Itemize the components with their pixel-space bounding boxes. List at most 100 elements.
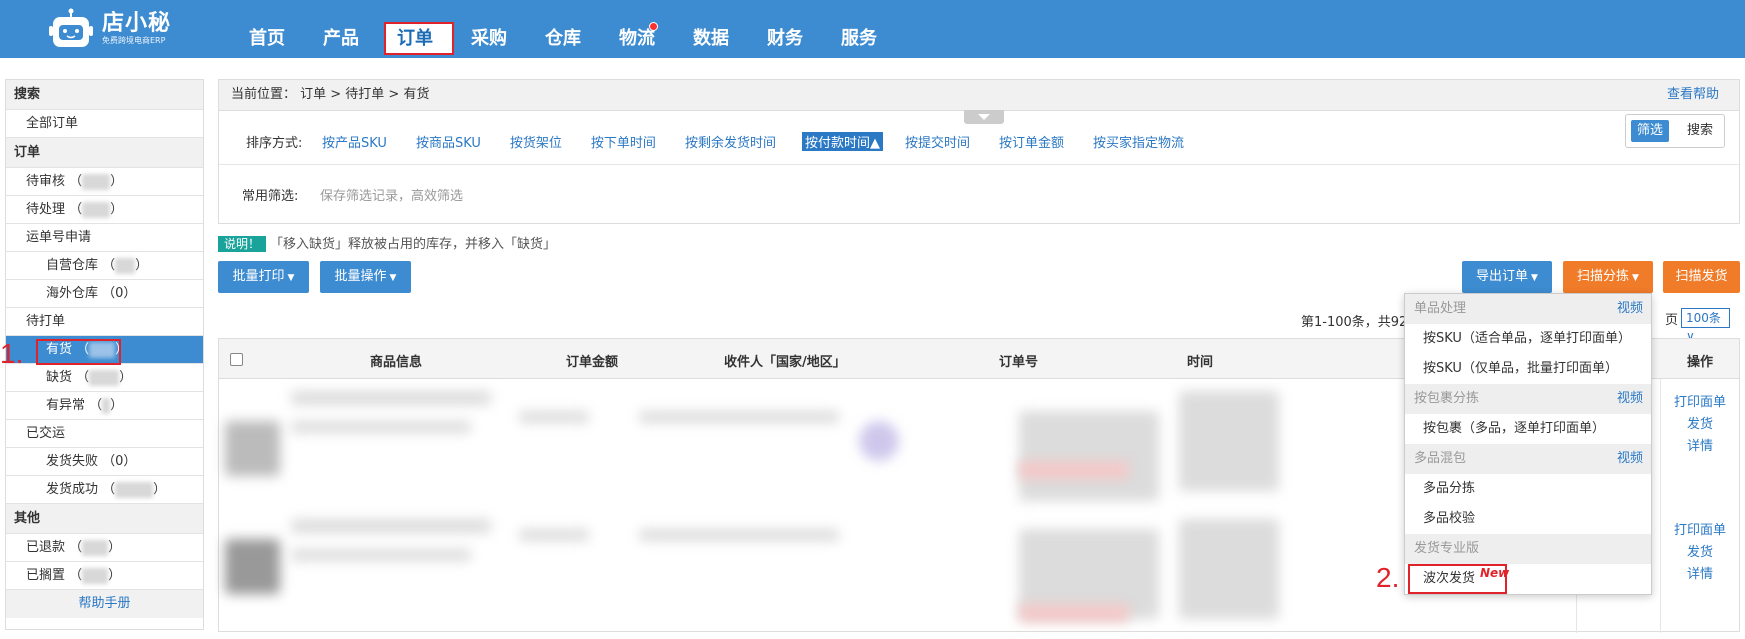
nav-finance[interactable]: 财务 — [748, 0, 822, 58]
sort-label: 排序方式: — [246, 136, 303, 151]
sidebar-item-pending-review[interactable]: 待审核 （） — [6, 168, 203, 196]
col-actions: 操作 — [1687, 355, 1714, 370]
sort-option[interactable]: 按提交时间 — [905, 132, 970, 151]
nav-data[interactable]: 数据 — [674, 0, 748, 58]
nav-purchase[interactable]: 采购 — [452, 0, 526, 58]
notification-dot-icon — [649, 22, 658, 31]
scan-sort-button[interactable]: 扫描分拣 ▼ — [1563, 261, 1653, 293]
sidebar-item-refunded[interactable]: 已退款 （） — [6, 534, 203, 562]
sidebar-item-all-orders[interactable]: 全部订单 — [6, 110, 203, 138]
help-manual-link[interactable]: 帮助手册 — [6, 590, 203, 618]
sort-option[interactable]: 按买家指定物流 — [1093, 132, 1184, 151]
scan-sort-dropdown: 单品处理 视频 按SKU（适合单品，逐单打印面单） 按SKU（仅单品，批量打印面单… — [1404, 293, 1652, 595]
dropdown-item-multi-sort[interactable]: 多品分拣 — [1405, 474, 1651, 504]
detail-link[interactable]: 详情 — [1660, 564, 1740, 586]
sidebar-item-overseas-warehouse[interactable]: 海外仓库 （0） — [6, 280, 203, 308]
table-row[interactable] — [219, 509, 1579, 639]
main-nav: 首页 产品 订单 采购 仓库 物流 数据 财务 服务 — [230, 0, 896, 58]
dropdown-section-pro: 发货专业版 — [1405, 534, 1651, 564]
filter-search-toggle: 筛选 搜索 — [1625, 114, 1725, 148]
notice: 说明！ 「移入缺货」释放被占用的库存，并移入「缺货」 — [218, 233, 556, 252]
logo-tagline: 免费跨境电商ERP — [102, 36, 166, 45]
sidebar-item-ship-failed[interactable]: 发货失败 （0） — [6, 448, 203, 476]
ship-link[interactable]: 发货 — [1660, 414, 1740, 436]
print-label-link[interactable]: 打印面单 — [1660, 392, 1740, 414]
print-label-link[interactable]: 打印面单 — [1660, 520, 1740, 542]
sort-option[interactable]: 按商品SKU — [416, 132, 481, 151]
chevron-down-icon: ▼ — [287, 273, 295, 283]
video-link[interactable]: 视频 — [1617, 294, 1643, 324]
batch-ops-button[interactable]: 批量操作 ▼ — [320, 261, 411, 293]
scan-ship-button[interactable]: 扫描发货 — [1663, 261, 1740, 293]
logo-name: 店小秘 — [102, 11, 172, 36]
nav-service[interactable]: 服务 — [822, 0, 896, 58]
col-product-info[interactable]: 商品信息 — [370, 351, 422, 370]
sort-option[interactable]: 按订单金额 — [999, 132, 1064, 151]
nav-warehouse[interactable]: 仓库 — [526, 0, 600, 58]
breadcrumb-text: 当前位置： 订单 > 待打单 > 有货 — [231, 87, 430, 102]
nav-home[interactable]: 首页 — [230, 0, 304, 58]
dropdown-section-single: 单品处理 视频 — [1405, 294, 1651, 324]
dropdown-item-sku-single-print[interactable]: 按SKU（适合单品，逐单打印面单） — [1405, 324, 1651, 354]
table-row[interactable] — [219, 381, 1579, 511]
row-actions: 打印面单 发货 详情 — [1660, 520, 1740, 586]
dropdown-item-sku-batch-print[interactable]: 按SKU（仅单品，批量打印面单） — [1405, 354, 1651, 384]
detail-link[interactable]: 详情 — [1660, 436, 1740, 458]
video-link[interactable]: 视频 — [1617, 444, 1643, 474]
sort-option-active[interactable]: 按付款时间▲ — [801, 132, 883, 151]
sort-option[interactable]: 按剩余发货时间 — [685, 132, 776, 151]
sidebar-item-ship-success[interactable]: 发货成功 （） — [6, 476, 203, 504]
sidebar-item-out-of-stock[interactable]: 缺货 （） — [6, 364, 203, 392]
chevron-down-icon: ▼ — [1531, 273, 1538, 283]
sidebar-item-waybill-apply[interactable]: 运单号申请 — [6, 224, 203, 252]
sidebar-item-own-warehouse[interactable]: 自营仓库 （） — [6, 252, 203, 280]
robot-logo-icon — [48, 8, 94, 50]
search-toggle-button[interactable]: 搜索 — [1681, 120, 1719, 142]
col-order-amount[interactable]: 订单金额 — [566, 351, 618, 370]
nav-logistics[interactable]: 物流 — [600, 0, 674, 58]
common-filter-label: 常用筛选: — [242, 189, 299, 204]
dropdown-item-multi-verify[interactable]: 多品校验 — [1405, 504, 1651, 534]
chevron-down-icon: ▼ — [1632, 273, 1639, 283]
view-help-link[interactable]: 查看帮助 — [1667, 80, 1719, 110]
filter-panel: 排序方式: 按产品SKU 按商品SKU 按货架位 按下单时间 按剩余发货时间 按… — [218, 110, 1740, 224]
export-orders-button[interactable]: 导出订单 ▼ — [1462, 261, 1552, 293]
annotation-step-2: 2. — [1376, 562, 1400, 593]
sidebar-item-to-print[interactable]: 待打单 — [6, 308, 203, 336]
dropdown-section-package: 按包裹分拣 视频 — [1405, 384, 1651, 414]
ship-link[interactable]: 发货 — [1660, 542, 1740, 564]
per-page-select[interactable]: 100条 ∨ — [1681, 308, 1730, 343]
per-page-suffix: 页 — [1665, 313, 1679, 328]
common-filter-placeholder[interactable]: 保存筛选记录，高效筛选 — [320, 185, 463, 204]
notice-text: 「移入缺货」释放被占用的库存，并移入「缺货」 — [270, 237, 557, 252]
select-all-checkbox[interactable] — [230, 353, 243, 366]
top-navbar: 店小秘 免费跨境电商ERP 首页 产品 订单 采购 仓库 物流 数据 财务 服务 — [0, 0, 1745, 58]
nav-products[interactable]: 产品 — [304, 0, 378, 58]
row-actions: 打印面单 发货 详情 — [1660, 392, 1740, 458]
video-link[interactable]: 视频 — [1617, 384, 1643, 414]
sidebar-item-pending-process[interactable]: 待处理 （） — [6, 196, 203, 224]
annotation-step-1: 1. — [0, 338, 24, 369]
sidebar-item-abnormal[interactable]: 有异常 （） — [6, 392, 203, 420]
sort-option[interactable]: 按货架位 — [510, 132, 562, 151]
dropdown-section-multi: 多品混包 视频 — [1405, 444, 1651, 474]
sidebar-head-orders: 订单 — [6, 138, 203, 168]
sort-options: 按产品SKU 按商品SKU 按货架位 按下单时间 按剩余发货时间 按付款时间▲ … — [322, 132, 1213, 151]
collapse-toggle-icon[interactable] — [964, 110, 1004, 124]
chevron-down-icon: ▼ — [389, 273, 397, 283]
sidebar-head-other: 其他 — [6, 504, 203, 534]
col-recipient[interactable]: 收件人「国家/地区」 — [724, 351, 846, 370]
nav-orders[interactable]: 订单 — [378, 0, 454, 58]
col-time[interactable]: 时间 — [1187, 351, 1213, 370]
col-order-no[interactable]: 订单号 — [999, 351, 1038, 370]
dropdown-item-by-package[interactable]: 按包裹（多品，逐单打印面单） — [1405, 414, 1651, 444]
batch-print-button[interactable]: 批量打印 ▼ — [218, 261, 309, 293]
sort-option[interactable]: 按产品SKU — [322, 132, 387, 151]
sidebar-item-on-hold[interactable]: 已搁置 （） — [6, 562, 203, 590]
highlight-box-wave-ship — [1408, 564, 1507, 594]
logo[interactable]: 店小秘 免费跨境电商ERP — [48, 6, 171, 52]
filter-toggle-button[interactable]: 筛选 — [1631, 120, 1670, 142]
notice-badge: 说明！ — [218, 236, 267, 252]
sort-option[interactable]: 按下单时间 — [591, 132, 656, 151]
sidebar-item-delivered[interactable]: 已交运 — [6, 420, 203, 448]
